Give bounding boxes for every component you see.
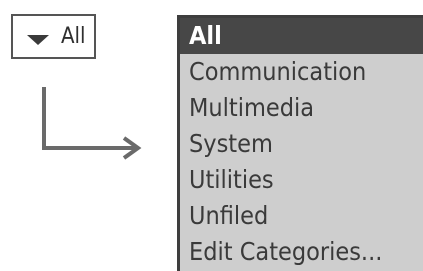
- category-options: All Communication Multimedia System Util…: [180, 18, 423, 270]
- category-option-all[interactable]: All: [180, 18, 423, 54]
- edit-categories-option[interactable]: Edit Categories...: [180, 234, 423, 270]
- category-option-multimedia[interactable]: Multimedia: [180, 90, 423, 126]
- category-option-unfiled[interactable]: Unfiled: [180, 198, 423, 234]
- category-popup-list: All Communication Multimedia System Util…: [177, 15, 423, 271]
- category-option-utilities[interactable]: Utilities: [180, 162, 423, 198]
- category-option-system[interactable]: System: [180, 126, 423, 162]
- category-option-communication[interactable]: Communication: [180, 54, 423, 90]
